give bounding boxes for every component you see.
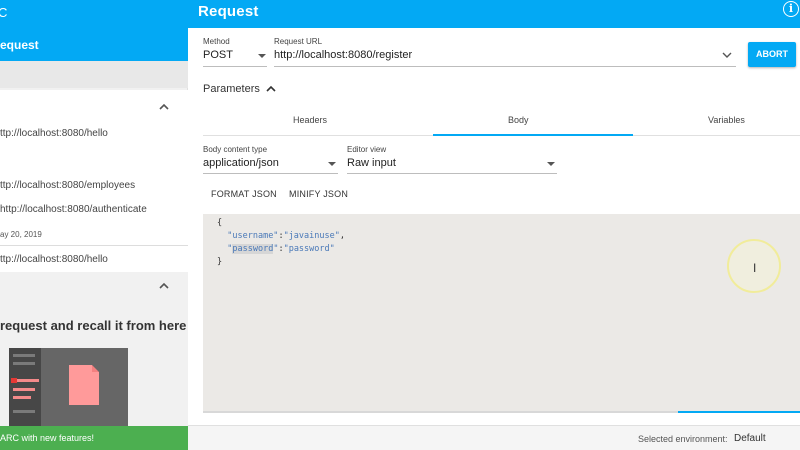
caret-down-icon[interactable] xyxy=(547,162,555,166)
parameter-tabs: Headers Body Variables xyxy=(203,108,800,136)
editor-view-select[interactable]: Raw input xyxy=(347,157,396,169)
chevron-up-icon xyxy=(266,85,276,92)
tab-headers[interactable]: Headers xyxy=(293,115,327,125)
code-line: "password":"password" xyxy=(227,244,335,254)
saved-empty-message: request and recall it from here xyxy=(0,318,187,333)
minify-json-button[interactable]: MINIFY JSON xyxy=(289,189,348,199)
chevron-up-icon[interactable] xyxy=(159,102,169,112)
info-icon[interactable]: i xyxy=(783,1,799,17)
history-item[interactable]: ttp://localhost:8080/hello xyxy=(0,254,108,265)
history-item[interactable]: ttp://localhost:8080/employees xyxy=(0,180,135,191)
sidebar-item-label: equest xyxy=(0,38,39,52)
sidebar-section-header xyxy=(0,61,188,88)
tab-body[interactable]: Body xyxy=(508,115,529,125)
parameters-toggle[interactable]: Parameters xyxy=(203,83,276,95)
method-label: Method xyxy=(203,37,230,46)
content-type-select[interactable]: application/json xyxy=(203,157,279,169)
history-item[interactable]: ttp://localhost:8080/hello xyxy=(0,128,108,139)
code-editor[interactable]: { "username":"javainuse", "password":"pa… xyxy=(203,214,800,413)
selected-word: password xyxy=(232,244,274,254)
environment-select[interactable]: Default xyxy=(734,433,766,444)
code-line: } xyxy=(217,257,223,267)
editor-view-label: Editor view xyxy=(347,145,387,154)
page-title: Request xyxy=(198,3,259,20)
code-line: { xyxy=(217,218,223,228)
url-label: Request URL xyxy=(274,37,323,46)
chevron-up-icon[interactable] xyxy=(159,281,169,291)
text-cursor-icon: I xyxy=(753,261,757,275)
caret-down-icon[interactable] xyxy=(328,162,336,166)
top-app-bar: C Request i xyxy=(0,0,800,28)
promo-banner[interactable]: ARC with new features! xyxy=(0,426,188,450)
saved-illustration xyxy=(9,348,128,428)
sidebar: equest ttp://localhost:8080/hello ttp://… xyxy=(0,28,188,450)
chevron-down-icon[interactable] xyxy=(722,51,732,59)
history-panel: ttp://localhost:8080/hello ttp://localho… xyxy=(0,90,188,272)
history-item[interactable]: http://localhost:8080/authenticate xyxy=(0,204,147,215)
active-tab-indicator xyxy=(433,134,633,136)
code-line: "username":"javainuse", xyxy=(227,231,345,241)
tab-variables[interactable]: Variables xyxy=(708,115,745,125)
history-date: ay 20, 2019 xyxy=(0,230,42,239)
app-title: C xyxy=(0,5,8,20)
divider xyxy=(0,245,188,246)
url-input[interactable]: http://localhost:8080/register xyxy=(274,49,412,61)
content-type-label: Body content type xyxy=(203,145,268,154)
caret-down-icon[interactable] xyxy=(258,54,266,58)
method-select[interactable]: POST xyxy=(203,49,233,61)
status-bar: Selected environment: Default xyxy=(188,425,800,450)
environment-label: Selected environment: xyxy=(638,434,728,444)
sidebar-item-request[interactable]: equest xyxy=(0,28,188,61)
abort-button[interactable]: ABORT xyxy=(748,42,796,67)
format-json-button[interactable]: FORMAT JSON xyxy=(211,189,277,199)
request-panel: Method POST Request URL http://localhost… xyxy=(188,28,800,450)
